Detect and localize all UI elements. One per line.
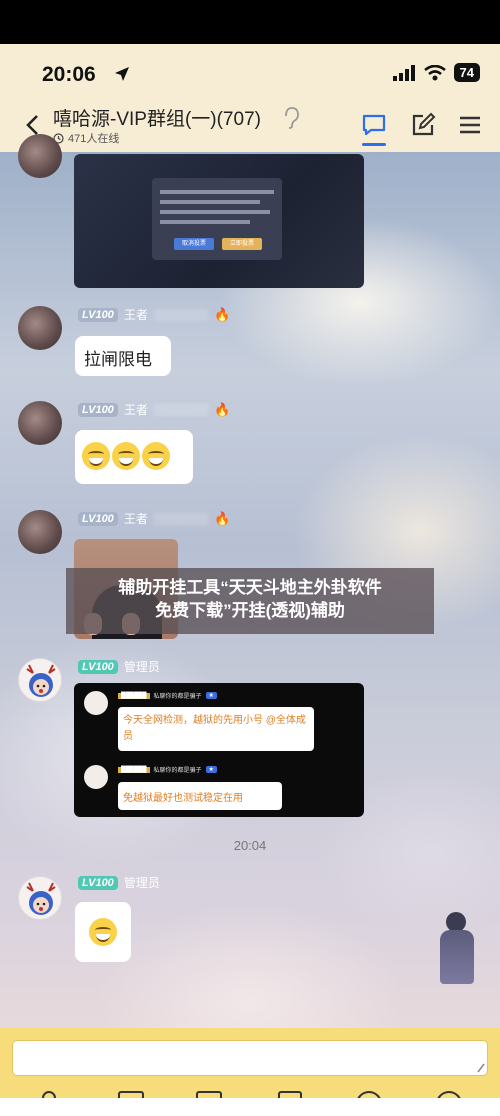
- sender-title: 管理员: [123, 660, 160, 674]
- inner-message-1: 今天全网检测，越狱的先用小号 @全体成员: [118, 707, 314, 751]
- status-bar: 20:06 74: [0, 44, 500, 104]
- sender-row: LV100 王者 ▒▒▒▒▒▒▒ 🔥: [78, 510, 231, 527]
- deer-avatar-icon: [26, 664, 56, 697]
- level-badge: LV100: [78, 659, 118, 674]
- confirm-vote-button: 立即投票: [222, 238, 262, 250]
- input-bar: [0, 1028, 500, 1098]
- inner-sender-line: 私聊你的都是骗子: [153, 768, 202, 774]
- edit-icon[interactable]: [410, 112, 436, 138]
- avatar[interactable]: [18, 306, 62, 350]
- inner-message-2: 免越狱最好也测试稳定在用: [118, 782, 282, 810]
- pencil-icon[interactable]: [476, 1062, 486, 1074]
- level-badge: LV100: [78, 875, 118, 890]
- avatar[interactable]: [18, 510, 62, 554]
- grin-emoji-icon: [82, 442, 110, 470]
- image-message[interactable]: ██████ 私聊你的都是骗子 ★ 今天全网检测，越狱的先用小号 @全体成员 █…: [74, 683, 364, 817]
- banner-line-2: 免费下载”开挂(透视)辅助: [155, 601, 345, 620]
- battery-indicator: 74: [453, 63, 480, 82]
- status-time: 20:06: [42, 63, 96, 86]
- fire-icon: 🔥: [214, 306, 231, 322]
- message-timestamp: 20:04: [233, 838, 267, 853]
- system-nav-bar: [0, 1098, 500, 1116]
- menu-icon[interactable]: [457, 112, 483, 138]
- signal-icon: [392, 64, 415, 81]
- avatar[interactable]: [18, 658, 62, 702]
- grin-emoji-icon: [142, 442, 170, 470]
- sender-title: 管理员: [123, 876, 160, 890]
- fire-icon: 🔥: [214, 401, 231, 417]
- message-input[interactable]: [12, 1040, 488, 1076]
- sender-name-blurred: ▒▒▒▒▒▒▒: [153, 308, 209, 321]
- sender-title: 王者: [123, 403, 148, 417]
- top-black-bar: [0, 0, 500, 44]
- grin-emoji-icon: [112, 442, 140, 470]
- sender-title: 王者: [123, 512, 148, 526]
- active-tab-indicator: [362, 143, 386, 146]
- level-badge: LV100: [78, 307, 118, 322]
- cancel-vote-button: 取消投票: [174, 238, 214, 250]
- status-indicators: 74: [392, 63, 480, 82]
- avatar[interactable]: [18, 401, 62, 445]
- sender-name-blurred: ▒▒▒▒▒▒▒: [153, 512, 209, 525]
- sender-row: LV100 管理员: [78, 874, 160, 891]
- online-count: 471人在线: [68, 133, 120, 145]
- level-badge: LV100: [78, 402, 118, 417]
- level-badge: LV100: [78, 511, 118, 526]
- sender-row: LV100 管理员: [78, 658, 160, 675]
- sender-name-blurred: ▒▒▒▒▒▒▒: [153, 403, 209, 416]
- wifi-icon: [423, 64, 446, 80]
- sender-row: LV100 王者 ▒▒▒▒▒▒▒ 🔥: [78, 401, 231, 418]
- sender-row: LV100 王者 ▒▒▒▒▒▒▒ 🔥: [78, 306, 231, 323]
- chevron-left-icon: [26, 115, 38, 135]
- banner-line-1: 辅助开挂工具“天天斗地主外卦软件: [118, 578, 382, 597]
- grin-emoji-icon: [89, 918, 117, 946]
- inner-sender-line: 私聊你的都是骗子: [153, 694, 202, 700]
- message-bubble[interactable]: [75, 902, 131, 962]
- group-title[interactable]: 嘻哈源-VIP群组(一)(707): [53, 104, 261, 131]
- fire-icon: 🔥: [214, 510, 231, 526]
- mute-ear-icon: [285, 107, 299, 129]
- character-decoration: [432, 912, 482, 984]
- sender-title: 王者: [123, 308, 148, 322]
- message-bubble[interactable]: [75, 430, 193, 484]
- location-arrow-icon: [115, 67, 129, 81]
- message-text: 拉闸限电: [84, 350, 152, 369]
- overlay-banner: 辅助开挂工具“天天斗地主外卦软件 免费下载”开挂(透视)辅助: [66, 568, 434, 634]
- phone-screen: 20:06 74 嘻哈源-VIP群组(一)(707) 471人在线 取消投票 立…: [0, 44, 500, 1116]
- image-message[interactable]: 取消投票 立即投票: [74, 154, 364, 288]
- dialog-box: 取消投票 立即投票: [152, 178, 282, 260]
- avatar[interactable]: [18, 876, 62, 920]
- avatar[interactable]: [18, 134, 62, 178]
- deer-avatar-icon: [26, 882, 56, 915]
- message-bubble[interactable]: 拉闸限电: [75, 336, 171, 376]
- chat-header: 嘻哈源-VIP群组(一)(707) 471人在线: [0, 100, 500, 152]
- online-status: 471人在线: [53, 130, 119, 146]
- chat-bubble-icon[interactable]: [361, 112, 387, 138]
